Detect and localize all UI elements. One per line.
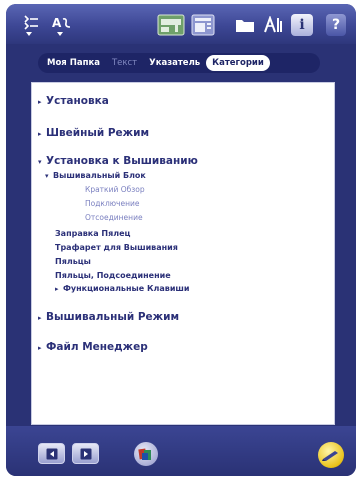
tree-item-file-manager[interactable]: ▸ Файл Менеджер xyxy=(38,341,148,353)
collapsed-arrow-icon: ▸ xyxy=(38,344,42,352)
pen-icon xyxy=(322,451,338,461)
bottom-bar xyxy=(6,426,356,476)
tree-item-embroidery-unit[interactable]: ▾ Вышивальный Блок xyxy=(45,171,146,180)
tree-item-hoops[interactable]: Пяльцы xyxy=(55,257,91,266)
notes-pen-button[interactable] xyxy=(318,442,344,468)
tree-item-setup[interactable]: ▸ Установка xyxy=(38,95,109,107)
folder-icon[interactable] xyxy=(234,12,256,38)
tree-item-connecting[interactable]: Подключение xyxy=(85,199,140,208)
expanded-arrow-icon: ▾ xyxy=(45,172,49,180)
svg-text:A: A xyxy=(52,16,62,30)
tree-item-embroidery-template[interactable]: Трафарет для Вышивания xyxy=(55,243,178,252)
category-tree: ▸ Установка ▸ Швейный Режим ▾ Установка к В… xyxy=(31,82,335,425)
collapsed-arrow-icon: ▸ xyxy=(38,314,42,322)
tree-item-sewing-mode[interactable]: ▸ Швейный Режим xyxy=(38,127,149,139)
arrow-left-icon xyxy=(46,448,57,459)
tree-item-hoop-threading[interactable]: Заправка Пялец xyxy=(55,229,130,238)
arrow-right-icon xyxy=(80,448,91,459)
tools-icon[interactable] xyxy=(262,12,284,38)
tab-text: Текст xyxy=(111,58,138,68)
tab-bar: Моя Папка Текст Указатель Категории xyxy=(38,53,320,73)
book-stack-icon xyxy=(138,448,151,460)
spell-check-icon[interactable]: A xyxy=(50,12,76,38)
collapsed-arrow-icon: ▸ xyxy=(55,285,59,293)
device-frame: A i ? Моя Папка Текст Указатель Категори… xyxy=(6,4,356,476)
bookshelf-button[interactable] xyxy=(134,442,158,466)
tree-item-disconnecting[interactable]: Отсоединение xyxy=(85,213,143,222)
sewing-machine-icon[interactable] xyxy=(156,12,186,38)
tree-item-function-keys[interactable]: ▸ Функциональные Клавиши xyxy=(55,284,190,293)
tree-item-hoops-connecting[interactable]: Пяльцы, Подсоединение xyxy=(55,271,171,280)
document-icon[interactable] xyxy=(190,12,216,38)
help-icon[interactable]: ? xyxy=(324,12,348,38)
collapsed-arrow-icon: ▸ xyxy=(38,98,42,106)
tab-my-folder[interactable]: Моя Папка xyxy=(41,55,106,71)
tab-index[interactable]: Указатель xyxy=(143,55,206,71)
tree-item-embroidery-setup[interactable]: ▾ Установка к Вышиванию xyxy=(38,155,198,167)
collapsed-arrow-icon: ▸ xyxy=(38,130,42,138)
tree-item-embroidery-mode[interactable]: ▸ Вышивальный Режим xyxy=(38,311,179,323)
tree-item-overview[interactable]: Краткий Обзор xyxy=(85,185,145,194)
top-toolbar: A i ? xyxy=(6,4,356,44)
tab-categories[interactable]: Категории xyxy=(206,55,270,71)
back-button[interactable] xyxy=(38,443,65,464)
info-icon[interactable]: i xyxy=(289,12,315,38)
bookmark-list-icon[interactable] xyxy=(20,12,42,38)
expanded-arrow-icon: ▾ xyxy=(38,158,42,166)
forward-button[interactable] xyxy=(72,443,99,464)
